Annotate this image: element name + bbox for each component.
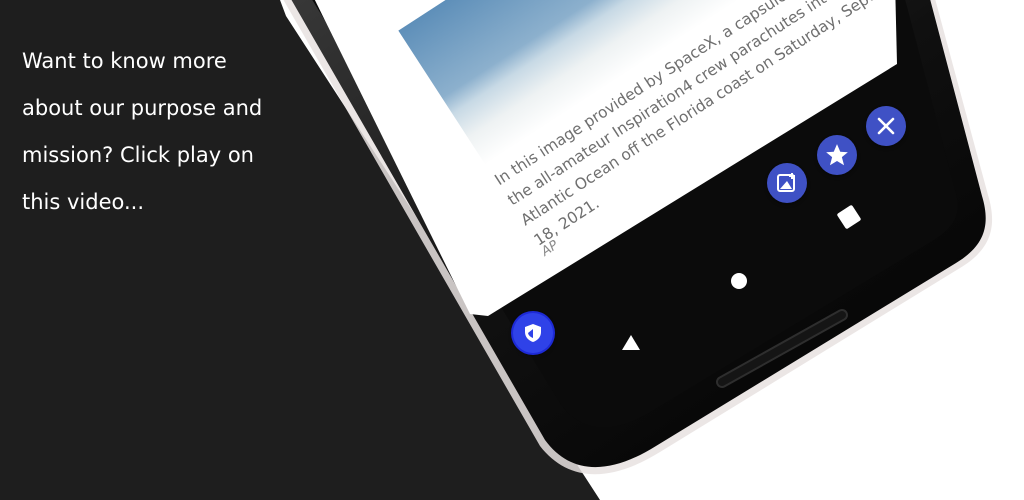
favorite-button[interactable] [817,135,857,175]
promo-line-1: Want to know more [22,49,227,73]
back-icon [622,335,640,350]
shield-icon [525,324,541,342]
add-image-button[interactable] [767,163,807,203]
back-button[interactable] [620,333,642,353]
promo-headline: Want to know more about our purpose and … [22,38,302,226]
close-icon [877,117,895,135]
shield-button[interactable] [513,313,553,353]
close-button[interactable] [866,106,906,146]
promo-line-4: this video... [22,190,145,214]
promo-line-2: about our purpose and [22,96,263,120]
promo-line-3: mission? Click play on [22,143,254,167]
promo-banner: In this image provided by SpaceX, a caps… [0,0,1024,500]
image-add-icon [777,173,795,192]
star-icon [826,144,848,166]
home-button[interactable] [731,273,747,289]
